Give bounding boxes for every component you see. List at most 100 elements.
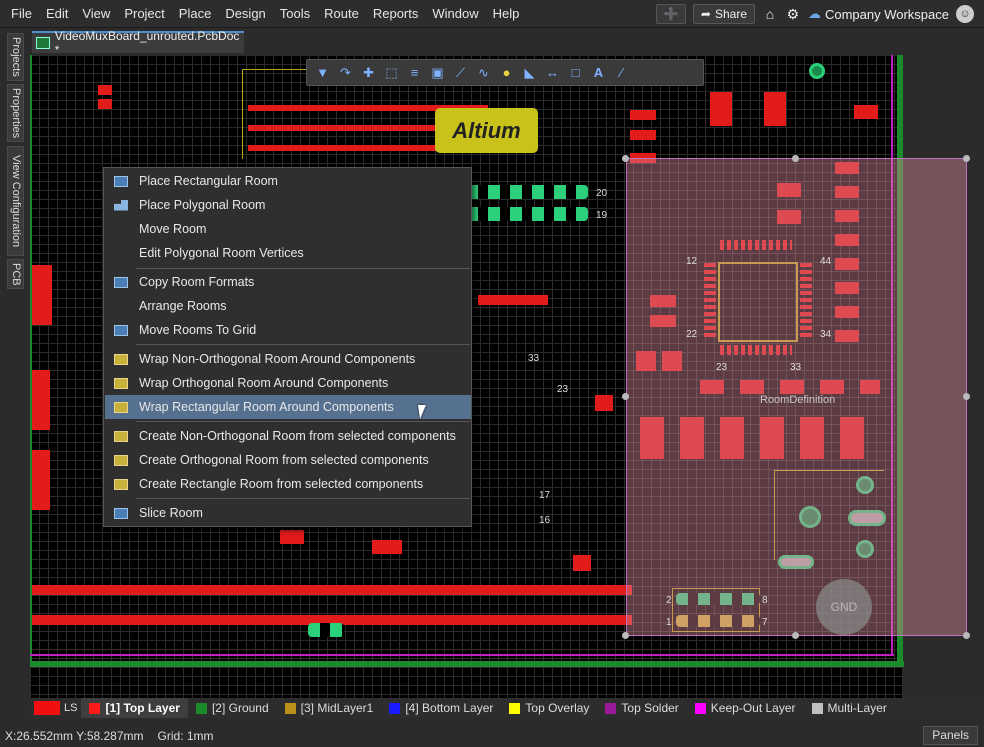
layer-tab-multi-layer[interactable]: Multi-Layer: [804, 698, 895, 718]
copy-room-icon: [105, 270, 137, 294]
dimension-icon[interactable]: ↔: [541, 61, 564, 84]
menu-help[interactable]: Help: [486, 0, 527, 28]
filter-icon[interactable]: ▼: [311, 61, 334, 84]
layer-tab-bottom-layer[interactable]: [4] Bottom Layer: [381, 698, 501, 718]
side-panel-tabs: Projects Properties View Configuration P…: [0, 28, 30, 698]
menu-tools[interactable]: Tools: [273, 0, 317, 28]
menu-separator: [136, 498, 470, 499]
menu-project[interactable]: Project: [117, 0, 171, 28]
smd-pad: [854, 105, 878, 119]
diff-pair-icon[interactable]: ∿: [472, 61, 495, 84]
comment-button[interactable]: ➕: [655, 4, 686, 24]
layer-tab-top-layer[interactable]: [1] Top Layer: [81, 698, 188, 718]
pin-icon[interactable]: ●: [495, 61, 518, 84]
select-rect-icon[interactable]: ⬚: [380, 61, 403, 84]
side-tab-properties[interactable]: Properties: [7, 84, 24, 142]
cursor-coordinates: X:26.552mm Y:58.287mm: [5, 728, 144, 743]
menu-item-create-rectangle-room[interactable]: Create Rectangle Room from selected comp…: [105, 472, 471, 496]
menu-view[interactable]: View: [75, 0, 117, 28]
menu-item-wrap-rectangular-room[interactable]: Wrap Rectangular Room Around Components: [105, 395, 471, 419]
workspace-label: Company Workspace: [824, 6, 949, 22]
side-tab-projects[interactable]: Projects: [7, 33, 24, 81]
menu-item-place-rectangular-room[interactable]: Place Rectangular Room: [105, 169, 471, 193]
rect-room-icon: [105, 169, 137, 193]
layer-tab-keep-out-layer[interactable]: Keep-Out Layer: [687, 698, 804, 718]
smd-pad: [32, 585, 632, 595]
menu-item-wrap-orthogonal-room[interactable]: Wrap Orthogonal Room Around Components: [105, 371, 471, 395]
empty-icon-slot: [105, 294, 137, 318]
menu-item-copy-room-formats[interactable]: Copy Room Formats: [105, 270, 471, 294]
pin-label: 44: [820, 256, 832, 267]
side-tab-pcb[interactable]: PCB: [7, 259, 24, 289]
through-hole-pad: [809, 63, 825, 79]
menu-bar: File Edit View Project Place Design Tool…: [0, 0, 984, 28]
pin-label: 33: [790, 362, 802, 373]
share-button[interactable]: ➦ Share: [692, 4, 755, 24]
room-resize-handle[interactable]: [622, 393, 629, 400]
menu-item-label: Move Rooms To Grid: [139, 323, 257, 337]
menu-item-label: Place Rectangular Room: [139, 174, 278, 188]
board-outline-bottom: [30, 661, 904, 667]
wrap-nonortho-icon: [105, 347, 137, 371]
home-icon[interactable]: ⌂: [762, 6, 778, 22]
interactive-route-icon[interactable]: ⟋: [449, 61, 472, 84]
document-tab[interactable]: VideoMuxBoard_unrouted.PcbDoc *: [32, 29, 244, 57]
pin-label: 23: [716, 362, 728, 373]
polygon-icon[interactable]: ◣: [518, 61, 541, 84]
panels-button[interactable]: Panels: [923, 726, 978, 745]
menu-design[interactable]: Design: [218, 0, 272, 28]
route-icon[interactable]: ↷: [334, 61, 357, 84]
room-resize-handle[interactable]: [963, 393, 970, 400]
menu-item-move-rooms-to-grid[interactable]: Move Rooms To Grid: [105, 318, 471, 342]
gear-icon[interactable]: ⚙: [785, 6, 801, 23]
menu-route[interactable]: Route: [317, 0, 366, 28]
room-resize-handle[interactable]: [963, 632, 970, 639]
layer-tab-midlayer1[interactable]: [3] MidLayer1: [277, 698, 382, 718]
menu-item-edit-polygonal-room-vertices[interactable]: Edit Polygonal Room Vertices: [105, 241, 471, 265]
menu-item-label: Copy Room Formats: [139, 275, 255, 289]
menu-item-create-non-orthogonal-room[interactable]: Create Non-Orthogonal Room from selected…: [105, 424, 471, 448]
altium-logo: Altium: [435, 108, 538, 153]
menu-reports[interactable]: Reports: [366, 0, 426, 28]
menu-item-label: Arrange Rooms: [139, 299, 227, 313]
align-icon[interactable]: ≡: [403, 61, 426, 84]
menu-edit[interactable]: Edit: [39, 0, 75, 28]
layer-tab-ground[interactable]: [2] Ground: [188, 698, 277, 718]
room-resize-handle[interactable]: [622, 155, 629, 162]
pin-label: 7: [762, 617, 768, 628]
crosshair-icon[interactable]: ✚: [357, 61, 380, 84]
menu-item-wrap-non-orthogonal-room[interactable]: Wrap Non-Orthogonal Room Around Componen…: [105, 347, 471, 371]
layer-set-button[interactable]: LS: [30, 699, 81, 717]
menu-place[interactable]: Place: [172, 0, 219, 28]
menu-item-label: Move Room: [139, 222, 207, 236]
smd-pad: [372, 540, 402, 554]
room-resize-handle[interactable]: [622, 632, 629, 639]
grid-room-icon: [105, 318, 137, 342]
layer-tab-top-solder[interactable]: Top Solder: [597, 698, 686, 718]
component-icon[interactable]: ▣: [426, 61, 449, 84]
room-resize-handle[interactable]: [963, 155, 970, 162]
room-resize-handle[interactable]: [792, 632, 799, 639]
menu-item-create-orthogonal-room[interactable]: Create Orthogonal Room from selected com…: [105, 448, 471, 472]
menu-item-arrange-rooms[interactable]: Arrange Rooms: [105, 294, 471, 318]
comment-plus-icon: ➕: [663, 7, 679, 21]
user-avatar-icon[interactable]: ☺: [956, 5, 974, 23]
menu-item-place-polygonal-room[interactable]: Place Polygonal Room: [105, 193, 471, 217]
room-resize-handle[interactable]: [792, 155, 799, 162]
smd-pad: [280, 530, 304, 544]
workspace-selector[interactable]: ☁ Company Workspace: [808, 6, 949, 22]
line-icon[interactable]: ∕: [610, 61, 633, 84]
menu-window[interactable]: Window: [425, 0, 485, 28]
pin-label: 8: [762, 595, 768, 606]
room-context-menu: Place Rectangular Room Place Polygonal R…: [103, 167, 472, 527]
menu-item-move-room[interactable]: Move Room: [105, 217, 471, 241]
region-icon[interactable]: □: [564, 61, 587, 84]
menu-item-slice-room[interactable]: Slice Room: [105, 501, 471, 525]
menu-item-label: Place Polygonal Room: [139, 198, 266, 212]
silkscreen-outline: [242, 69, 243, 159]
menu-file[interactable]: File: [4, 0, 39, 28]
text-icon[interactable]: A: [587, 61, 610, 84]
board-outline-left: [30, 55, 32, 667]
side-tab-view-configuration[interactable]: View Configuration: [7, 146, 24, 256]
layer-tab-top-overlay[interactable]: Top Overlay: [501, 698, 597, 718]
